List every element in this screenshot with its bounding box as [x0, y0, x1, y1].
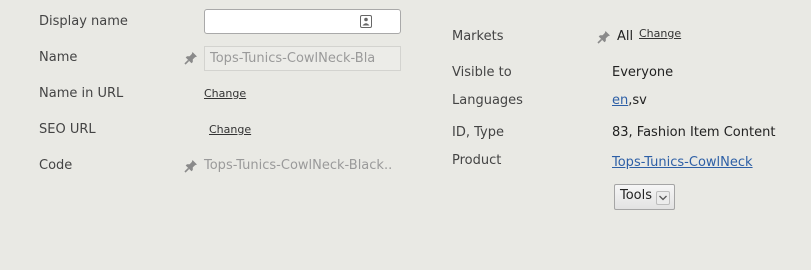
visible-to-label: Visible to: [452, 65, 512, 80]
languages-rest: ,sv: [628, 93, 647, 108]
name-field: Tops-Tunics-CowlNeck-Bla: [204, 46, 401, 71]
visible-to-value: Everyone: [612, 65, 674, 80]
chevron-down-icon: [656, 191, 671, 205]
id-type-value: 83, Fashion Item Content: [612, 125, 776, 140]
product-link[interactable]: Tops-Tunics-CowlNeck: [612, 155, 753, 170]
code-label: Code: [39, 158, 73, 173]
languages-value: en,sv: [612, 93, 647, 108]
pin-icon[interactable]: [184, 51, 198, 65]
tools-button[interactable]: Tools: [614, 184, 676, 210]
display-name-input[interactable]: [204, 9, 401, 34]
seo-url-label: SEO URL: [39, 122, 96, 137]
tools-button-label: Tools: [620, 188, 653, 203]
seo-url-change-link[interactable]: Change: [209, 123, 251, 136]
markets-value: All: [617, 29, 634, 44]
language-en-link[interactable]: en: [612, 93, 628, 108]
contact-card-icon: [360, 15, 372, 28]
name-label: Name: [39, 50, 78, 65]
pin-icon[interactable]: [184, 159, 198, 173]
name-in-url-change-link[interactable]: Change: [204, 87, 246, 100]
product-label: Product: [452, 153, 502, 168]
markets-change-link[interactable]: Change: [639, 27, 681, 40]
display-name-label: Display name: [39, 14, 128, 29]
id-type-label: ID, Type: [452, 125, 504, 140]
name-in-url-label: Name in URL: [39, 86, 124, 101]
languages-label: Languages: [452, 93, 523, 108]
code-value: Tops-Tunics-CowlNeck-Black..: [204, 158, 393, 173]
markets-label: Markets: [452, 29, 504, 44]
pin-icon[interactable]: [597, 30, 611, 44]
